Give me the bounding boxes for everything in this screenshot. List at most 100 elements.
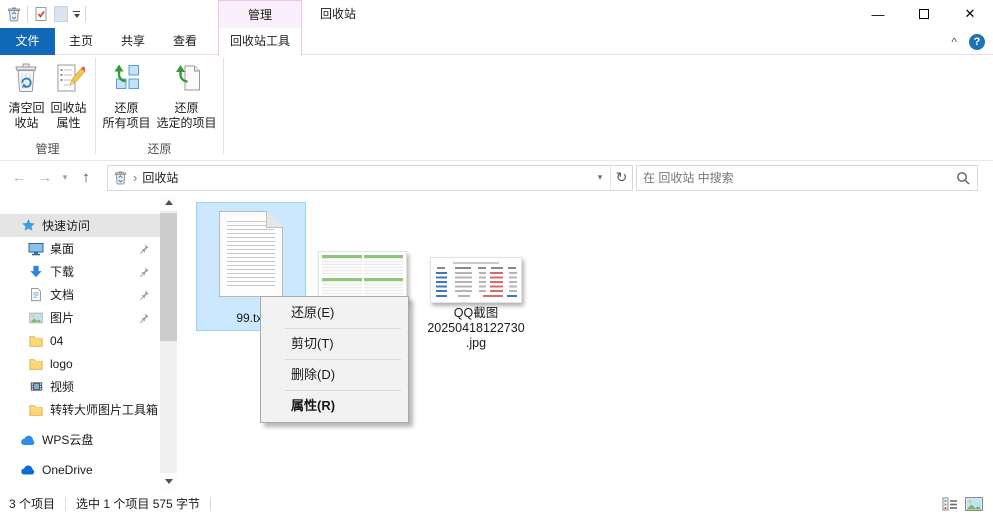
up-button[interactable]: ↑ [72, 169, 100, 186]
pin-icon[interactable] [139, 243, 150, 254]
sidebar-item-quick-access[interactable]: 快速访问 [0, 214, 160, 237]
ribbon-group-label: 还原 [96, 140, 223, 157]
menu-item-restore[interactable]: 还原(E) [261, 298, 408, 328]
scrollbar-thumb[interactable] [160, 213, 177, 341]
pin-icon[interactable] [139, 289, 150, 300]
search-input[interactable] [637, 171, 956, 185]
ribbon: 清空回收站 回收站属性 管理 还原所有项目 [0, 55, 993, 161]
onedrive-cloud-icon [20, 464, 36, 475]
customize-toolbar-dropdown-icon[interactable] [73, 11, 80, 18]
maximize-icon [919, 9, 929, 19]
recycle-bin-properties-button[interactable]: 回收站属性 [48, 60, 90, 133]
tab-home[interactable]: 主页 [55, 28, 107, 55]
sidebar-item-04[interactable]: 04 [0, 329, 160, 352]
tab-share[interactable]: 共享 [107, 28, 159, 55]
wps-cloud-icon [20, 434, 36, 446]
ribbon-group-restore: 还原所有项目 还原选定的项目 还原 [96, 55, 223, 160]
window-title: 回收站 [320, 0, 356, 28]
close-button[interactable]: ✕ [947, 0, 993, 28]
sidebar-item-onedrive[interactable]: OneDrive [0, 458, 160, 481]
navigation-pane: 快速访问 桌面 下载 文档 [0, 194, 160, 490]
search-box [636, 165, 978, 191]
empty-recycle-bin-button[interactable]: 清空回收站 [5, 60, 47, 133]
details-view-icon[interactable] [942, 497, 958, 511]
recent-locations-dropdown[interactable]: ▾ [58, 172, 72, 183]
recycle-bin-small-icon [113, 170, 128, 185]
ribbon-group-label: 管理 [0, 140, 95, 157]
sidebar-item-zhuanzhuan-toolbox[interactable]: 转转大师图片工具箱 [0, 398, 160, 421]
pictures-icon [28, 311, 44, 325]
pin-icon[interactable] [139, 312, 150, 323]
file-name[interactable]: QQ截图 20250418122730 .jpg [410, 306, 542, 351]
sidebar-item-downloads[interactable]: 下载 [0, 260, 160, 283]
sidebar-item-videos[interactable]: 视频 [0, 375, 160, 398]
recycle-bin-icon[interactable] [6, 6, 22, 22]
video-icon [28, 380, 44, 393]
breadcrumb-location[interactable]: 回收站 [142, 169, 178, 186]
ribbon-group-manage: 清空回收站 回收站属性 管理 [0, 55, 95, 160]
maximize-button[interactable] [901, 0, 947, 28]
tab-recycle-bin-tools[interactable]: 回收站工具 [218, 28, 302, 56]
menu-item-cut[interactable]: 剪切(T) [261, 329, 408, 359]
back-icon: ← [12, 169, 27, 186]
help-icon[interactable]: ? [969, 34, 985, 50]
properties-pencil-icon [53, 62, 85, 101]
sidebar-item-desktop[interactable]: 桌面 [0, 237, 160, 260]
collapse-ribbon-icon[interactable]: ^ [951, 35, 957, 49]
folder-icon [28, 403, 44, 417]
text-file-icon [219, 211, 283, 297]
thumbnail-view-icon[interactable] [965, 497, 983, 511]
scroll-down-icon[interactable] [160, 473, 177, 490]
status-separator [65, 497, 66, 511]
download-arrow-icon [28, 265, 44, 279]
tab-view[interactable]: 查看 [159, 28, 211, 55]
search-icon[interactable] [956, 171, 977, 185]
minimize-icon: — [872, 7, 885, 22]
forward-icon: → [38, 169, 53, 186]
properties-check-icon[interactable] [33, 6, 49, 22]
items-count: 3 个项目 [9, 495, 55, 512]
breadcrumb-chevron-icon: › [133, 170, 137, 185]
menu-item-delete[interactable]: 删除(D) [261, 360, 408, 390]
chevron-down-icon: ▾ [63, 172, 68, 183]
ribbon-separator [223, 58, 224, 154]
selection-info: 选中 1 个项目 575 字节 [76, 495, 200, 512]
main-area: 快速访问 桌面 下载 文档 [0, 194, 993, 490]
refresh-icon[interactable]: ↻ [610, 166, 632, 190]
quick-access-star-icon [20, 218, 36, 233]
context-menu: 还原(E) 剪切(T) 删除(D) 属性(R) [260, 296, 409, 423]
scroll-up-icon[interactable] [160, 194, 177, 211]
recycle-bin-large-icon [10, 62, 42, 101]
pin-icon[interactable] [139, 266, 150, 277]
up-icon: ↑ [82, 169, 90, 186]
forward-button[interactable]: → [32, 169, 58, 186]
file-list-area[interactable]: 99.txt [177, 194, 993, 490]
close-icon: ✕ [965, 6, 976, 22]
minimize-button[interactable]: — [855, 0, 901, 28]
sidebar-scrollbar[interactable] [160, 194, 177, 490]
folder-icon [28, 334, 44, 348]
blank-toolbar-icon[interactable] [54, 6, 68, 22]
document-icon [28, 287, 44, 302]
tab-file[interactable]: 文件 [0, 28, 55, 55]
restore-all-icon [110, 62, 142, 101]
explorer-window: 管理 回收站 — ✕ 文件 主页 共享 查看 回收站工具 ^ ? [0, 0, 993, 517]
status-separator [210, 497, 211, 511]
back-button[interactable]: ← [6, 169, 32, 186]
restore-selected-items-button[interactable]: 还原选定的项目 [154, 60, 220, 133]
breadcrumb: › 回收站 [108, 169, 590, 186]
restore-all-items-button[interactable]: 还原所有项目 [99, 60, 153, 133]
folder-icon [28, 357, 44, 371]
desktop-icon [28, 241, 44, 257]
address-bar[interactable]: › 回收站 ▾ ↻ [107, 165, 633, 191]
quick-access-toolbar [6, 0, 86, 28]
button-label: 清空回 [8, 101, 44, 115]
address-dropdown-icon[interactable]: ▾ [590, 172, 610, 183]
file-tile-qq-screenshot[interactable] [430, 257, 522, 303]
sidebar-item-pictures[interactable]: 图片 [0, 306, 160, 329]
sidebar-item-wps-cloud[interactable]: WPS云盘 [0, 428, 160, 451]
sidebar-item-documents[interactable]: 文档 [0, 283, 160, 306]
toolbar-separator [27, 6, 28, 22]
sidebar-item-logo[interactable]: logo [0, 352, 160, 375]
menu-item-properties[interactable]: 属性(R) [261, 391, 408, 421]
